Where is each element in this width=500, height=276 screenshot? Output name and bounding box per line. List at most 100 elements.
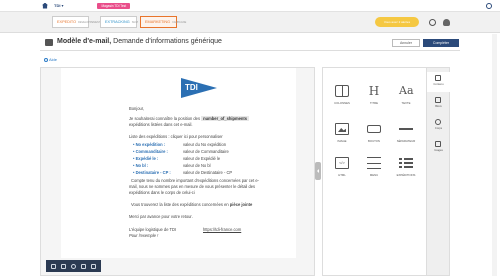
divider-icon — [399, 128, 413, 130]
image-icon — [335, 123, 349, 135]
intro-line-1: Je souhaiterai connaître la position des… — [129, 116, 250, 121]
mobile-icon[interactable] — [90, 263, 96, 269]
content-icon — [435, 75, 441, 81]
tab-label: Corps — [434, 127, 443, 130]
brand-tab-extracking[interactable]: EXTRACKING SUIVI — [100, 16, 138, 28]
field-key: Expédié le : — [135, 156, 159, 161]
email-editor-canvas[interactable]: TDI Bonjour, Je souhaiterai connaître la… — [40, 67, 315, 276]
button-icon — [367, 125, 381, 133]
block-image[interactable]: IMAGE — [329, 118, 355, 148]
website-link[interactable]: https://tdi-france.com — [203, 227, 241, 232]
page-title-bold: Modèle d'e-mail, — [57, 38, 112, 45]
blocks-icon — [435, 97, 441, 103]
block-label: IMAGE — [337, 139, 347, 143]
intro-text: Je souhaiterai connaître la position des — [129, 116, 201, 121]
thanks-line: Merci par avance pour votre retour. — [129, 214, 193, 219]
attachment-bold: pièce jointe — [229, 202, 253, 207]
notifications-button[interactable]: Vous avez 2 alertes — [375, 17, 419, 27]
field-value: valeur de Commanditaire — [183, 149, 229, 154]
block-divider[interactable]: SÉPARATEUR — [393, 118, 419, 148]
signature-line: L'équipe logistique de TDI — [129, 227, 177, 232]
tab-corps[interactable]: Corps — [427, 116, 450, 136]
greeting: Bonjour, — [129, 106, 145, 111]
paragraph-line: mail, nous ne sommes pas en mesure de vo… — [129, 184, 256, 189]
blocks-panel: COLONNES H TITRE Aa TEXTE IMAGE BOUTON S… — [322, 67, 427, 276]
block-dynamic-list[interactable]: EXPÉDITIONS — [393, 152, 419, 182]
block-label: TEXTE — [401, 101, 411, 105]
page-scrollbar[interactable] — [492, 34, 497, 276]
paragraph-line: expéditions dans le corps de celui-ci — [129, 190, 195, 195]
cancel-button[interactable]: Annuler — [392, 39, 420, 47]
block-label: COLONNES — [334, 101, 350, 105]
user-icon[interactable] — [443, 19, 450, 26]
field-value: valeur de Destinataire - CP — [183, 170, 233, 175]
complete-button[interactable]: Compléter — [423, 39, 459, 47]
block-menu[interactable]: MENU — [361, 152, 387, 182]
block-html[interactable]: </> HTML — [329, 152, 355, 182]
home-icon[interactable] — [42, 2, 48, 9]
help-label: Aide — [49, 57, 58, 62]
editor-toolbar — [46, 260, 101, 272]
field-row: • No expédition : — [133, 142, 166, 147]
field-value: valeur du No expédition — [183, 142, 227, 147]
brand-sub: CAMPAGNE — [172, 20, 187, 24]
list-intro[interactable]: Liste des expéditions : cliquer ici pour… — [129, 134, 223, 139]
undo-icon[interactable] — [51, 263, 57, 269]
signature-line-2: Pour l'exemple ! — [129, 233, 159, 238]
store-badge[interactable]: Magasin TDI Test — [97, 2, 131, 9]
brand-tab-emarketing[interactable]: EMARKETING CAMPAGNE — [140, 16, 186, 28]
field-row: • Expédié le : — [133, 156, 159, 161]
block-label: SÉPARATEUR — [396, 139, 416, 143]
tdi-logo[interactable]: TDI — [181, 78, 217, 98]
intro-line-2: expéditions listées dans cet e-mail. — [129, 122, 193, 127]
block-text[interactable]: Aa TEXTE — [393, 80, 419, 110]
brand-name: EXPEDITO — [57, 20, 77, 24]
gear-icon[interactable] — [429, 19, 436, 26]
block-button[interactable]: BOUTON — [361, 118, 387, 148]
account-selector[interactable]: TDI — [54, 3, 60, 8]
panel-collapse-handle[interactable] — [315, 162, 321, 180]
brand-tab-expedito[interactable]: EXPEDITO DEVELOPPEMENT — [52, 16, 100, 28]
brand-name: EMARKETING — [145, 20, 171, 24]
redo-icon[interactable] — [61, 263, 67, 269]
panel-tabs-rail: Contenu Blocs Corps Images — [427, 67, 450, 276]
desktop-icon[interactable] — [80, 263, 86, 269]
field-row: • Commanditaire : — [133, 149, 168, 154]
block-label: BOUTON — [368, 139, 380, 143]
tab-label: Blocs — [435, 105, 442, 108]
menu-icon — [367, 157, 381, 169]
power-icon[interactable] — [486, 3, 492, 9]
block-heading[interactable]: H TITRE — [361, 80, 387, 110]
block-label: MENU — [369, 173, 379, 177]
attachment-line: Vous trouverez la liste des expéditions … — [131, 202, 252, 207]
brand-name: EXTRACKING — [105, 20, 130, 24]
preview-icon[interactable] — [70, 263, 76, 269]
block-columns[interactable]: COLONNES — [329, 80, 355, 110]
tab-images[interactable]: Images — [427, 138, 450, 158]
field-key: Destinataire - CP : — [135, 170, 171, 175]
attachment-text: Vous trouverez la liste des expéditions … — [131, 202, 229, 207]
columns-icon — [335, 85, 349, 97]
tab-contenu[interactable]: Contenu — [427, 72, 450, 92]
page-title-rest: Demande d'informations générique — [111, 38, 222, 45]
field-row: • No bl : — [133, 163, 149, 168]
brand-sub: DEVELOPPEMENT — [78, 20, 101, 24]
variable-chip[interactable]: number_of_shipments — [201, 116, 250, 121]
brand-bar: EXPEDITO DEVELOPPEMENT EXTRACKING SUIVI … — [0, 12, 500, 33]
html-icon: </> — [335, 157, 349, 169]
text-icon: Aa — [399, 84, 414, 97]
field-row: • Destinataire - CP : — [133, 170, 171, 175]
heading-icon: H — [368, 84, 380, 98]
chevron-down-icon[interactable]: ▾ — [61, 3, 63, 8]
logo-text: TDI — [185, 83, 198, 92]
tab-label: Images — [434, 149, 443, 152]
paragraph-line: Compte tenu du nombre important d'expédi… — [131, 178, 259, 183]
tab-blocs[interactable]: Blocs — [427, 94, 450, 114]
field-value: valeur de Expédié le — [183, 156, 221, 161]
body-icon — [435, 119, 441, 125]
email-body[interactable]: TDI Bonjour, Je souhaiterai connaître la… — [61, 68, 296, 258]
field-key: Commanditaire : — [135, 149, 168, 154]
help-icon — [44, 57, 48, 62]
help-link[interactable]: Aide — [44, 57, 57, 62]
block-label: EXPÉDITIONS — [396, 173, 416, 177]
